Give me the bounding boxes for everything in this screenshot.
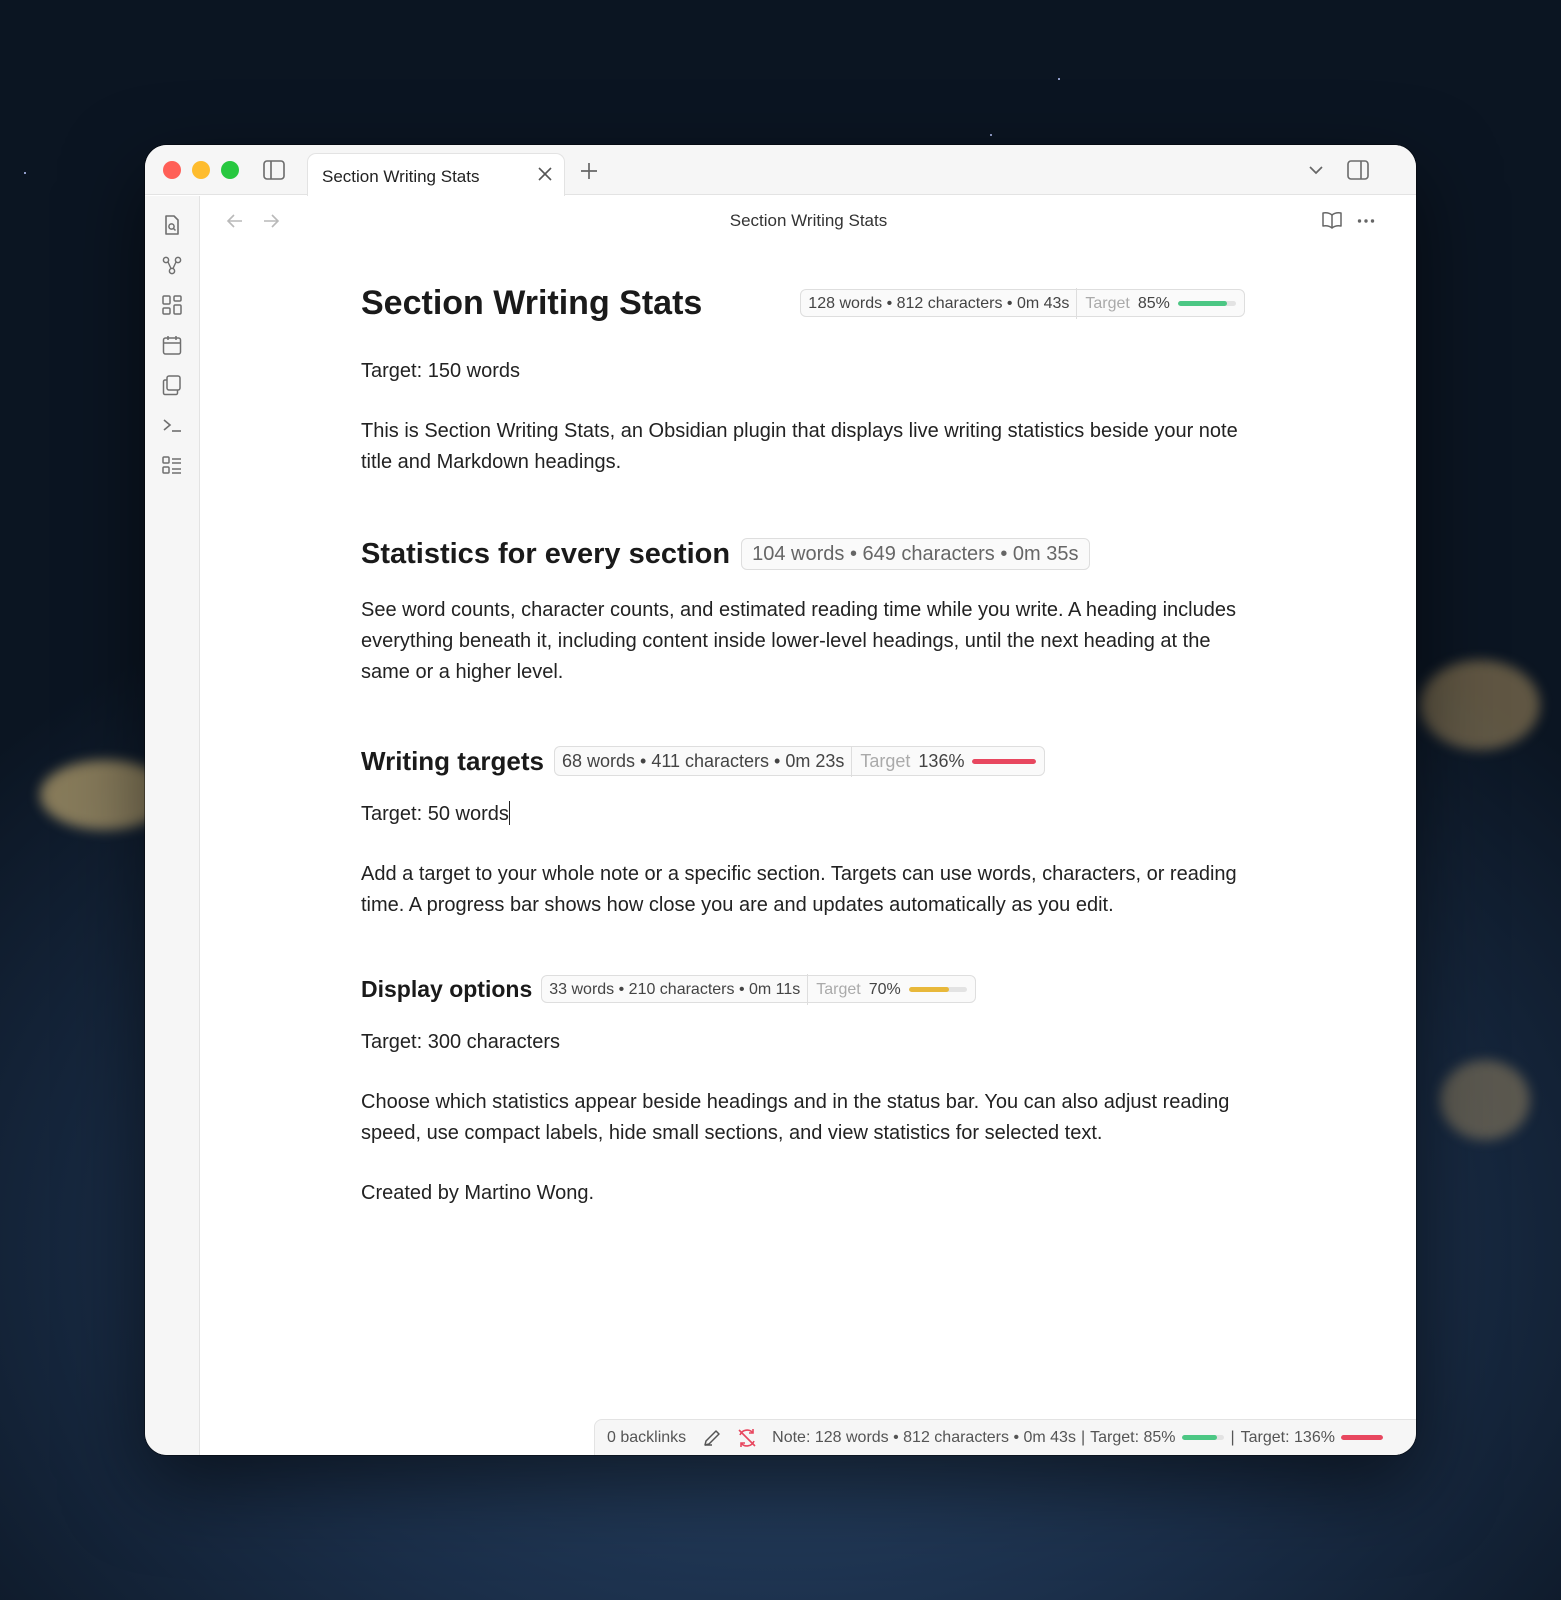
zoom-window-button[interactable] [221, 161, 239, 179]
status-progress-fill [1340, 1435, 1383, 1440]
title-target: Target 85% [1076, 287, 1244, 319]
section-progress-fill [972, 758, 1037, 764]
status-note-stats: Note: 128 words • 812 characters • 0m 43… [772, 1428, 1076, 1446]
title-bar: Section Writing Stats [145, 145, 1416, 196]
calendar-icon[interactable] [161, 334, 183, 356]
section-progress-bar [972, 758, 1037, 764]
section-heading: Writing targets [361, 746, 544, 776]
section-heading: Display options [361, 976, 533, 1002]
section-stats-pill: 33 words • 210 characters • 0m 11s Targe… [541, 973, 976, 1005]
section-stats: 33 words • 210 characters • 0m 11s [549, 980, 801, 998]
tab-section-writing-stats[interactable]: Section Writing Stats [307, 153, 565, 196]
section-target: Target 136% [851, 745, 1044, 777]
status-progress-bar [1181, 1435, 1224, 1440]
chevron-down-icon[interactable] [1307, 163, 1325, 177]
section-heading-row: Display options 33 words • 210 character… [361, 969, 1261, 1009]
star [24, 172, 26, 174]
title-stats: 128 words • 812 characters • 0m 43s [808, 294, 1070, 312]
section-body: Choose which statistics appear beside he… [361, 1091, 1230, 1144]
section-progress-bar [908, 986, 967, 992]
section-body: Add a target to your whole note or a spe… [361, 863, 1237, 916]
status-bar: 0 backlinks Note: 128 words • 812 charac… [594, 1419, 1416, 1455]
section-target-label: Target [816, 980, 861, 998]
status-target-1-text: Target: 85% [1090, 1428, 1176, 1446]
copy-icon[interactable] [161, 374, 183, 396]
close-icon[interactable] [536, 165, 554, 183]
title-progress-bar [1177, 300, 1236, 306]
section-stats: 104 words • 649 characters • 0m 35s [752, 542, 1079, 565]
section-target-label: Target [860, 750, 911, 771]
title-progress-fill [1177, 300, 1228, 306]
status-progress-bar [1340, 1435, 1383, 1440]
section-target-line: Target: 300 characters [361, 1031, 560, 1053]
grid-icon[interactable] [161, 294, 183, 316]
section-target-line[interactable]: Target: 50 words [361, 799, 1261, 830]
section-target-percent: 70% [868, 980, 901, 998]
sidebar-toggle-icon[interactable] [263, 160, 285, 180]
city-lights [1440, 1060, 1530, 1140]
tab-title: Section Writing Stats [322, 167, 480, 186]
file-search-icon[interactable] [161, 214, 183, 236]
app-window: Section Writing Stats Section Writing St… [145, 145, 1416, 1455]
title-target-percent: 85% [1137, 294, 1170, 312]
section-heading-row: Statistics for every section 104 words •… [361, 529, 1261, 579]
right-sidebar-toggle-icon[interactable] [1347, 160, 1369, 180]
text-cursor [508, 801, 511, 825]
view-title: Section Writing Stats [729, 211, 888, 230]
note-content[interactable]: Section Writing Stats 128 words • 812 ch… [361, 275, 1261, 1209]
credit-line: Created by Martino Wong. [361, 1182, 595, 1204]
status-target-2: Target: 136% [1241, 1429, 1383, 1447]
section-heading: Statistics for every section [361, 538, 731, 570]
left-ribbon [145, 196, 200, 1455]
status-progress-fill [1181, 1435, 1218, 1440]
view-header: Section Writing Stats [201, 196, 1416, 244]
section-stats-pill: 68 words • 411 characters • 0m 23s Targe… [553, 745, 1046, 777]
terminal-icon[interactable] [161, 414, 183, 436]
note-title-row: Section Writing Stats 128 words • 812 ch… [361, 275, 1261, 331]
sync-disabled-icon[interactable] [736, 1427, 758, 1449]
status-separator: | [1080, 1428, 1086, 1446]
backlinks-count[interactable]: 0 backlinks [607, 1429, 686, 1447]
note-target-line: Target: 150 words [361, 360, 520, 382]
graph-icon[interactable] [161, 254, 183, 276]
section-stats-pill: 104 words • 649 characters • 0m 35s [741, 538, 1090, 570]
section-target-percent: 136% [918, 750, 965, 771]
note-title: Section Writing Stats [361, 284, 703, 322]
list-icon[interactable] [161, 454, 183, 476]
star [1058, 78, 1060, 80]
status-target-2-text: Target: 136% [1240, 1428, 1335, 1446]
close-window-button[interactable] [163, 161, 181, 179]
status-target-1: Target: 85% [1090, 1428, 1224, 1447]
section-target: Target 70% [807, 973, 975, 1005]
section-heading-row: Writing targets 68 words • 411 character… [361, 739, 1261, 783]
pencil-icon[interactable] [702, 1428, 722, 1448]
status-separator: | [1230, 1428, 1235, 1446]
reading-view-icon[interactable] [1321, 211, 1343, 229]
title-stats-pill: 128 words • 812 characters • 0m 43s Targ… [800, 287, 1245, 319]
city-lights [1420, 660, 1540, 750]
star [990, 134, 992, 136]
section-target-text: Target: 50 words [361, 803, 509, 825]
note-intro: This is Section Writing Stats, an Obsidi… [361, 420, 1238, 473]
title-target-label: Target [1085, 294, 1130, 312]
minimize-window-button[interactable] [192, 161, 210, 179]
more-options-icon[interactable] [1357, 218, 1375, 224]
section-body: See word counts, character counts, and e… [361, 599, 1236, 683]
new-tab-icon[interactable] [579, 161, 599, 181]
section-stats: 68 words • 411 characters • 0m 23s [561, 750, 845, 771]
section-progress-fill [908, 986, 950, 992]
